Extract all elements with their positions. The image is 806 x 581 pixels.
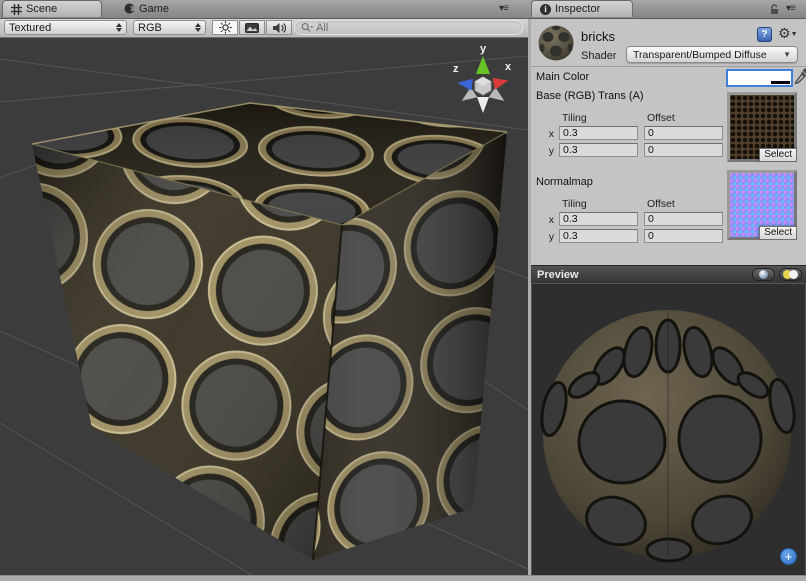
render-mode-dropdown[interactable]: RGB bbox=[133, 20, 206, 35]
preview-area[interactable]: + bbox=[531, 283, 806, 575]
preview-shape-button[interactable] bbox=[752, 268, 775, 281]
tab-game-label: Game bbox=[139, 3, 169, 15]
popup-arrows-icon bbox=[116, 23, 122, 32]
axis-x-label: x bbox=[505, 61, 512, 73]
normalmap-tiling-x-field[interactable] bbox=[559, 212, 638, 226]
help-icon[interactable]: ? bbox=[757, 27, 772, 42]
main-color-swatch[interactable] bbox=[726, 69, 793, 87]
image-icon bbox=[245, 23, 259, 33]
tab-scene[interactable]: Scene bbox=[2, 0, 102, 17]
normalmap-select-button[interactable]: Select bbox=[759, 226, 797, 240]
shader-dropdown[interactable]: Transparent/Bumped Diffuse ▼ bbox=[626, 46, 798, 63]
tab-game[interactable]: Game bbox=[116, 0, 177, 17]
draw-mode-dropdown[interactable]: Textured bbox=[4, 20, 127, 35]
preview-title: Preview bbox=[537, 269, 579, 281]
normalmap-label: Normalmap bbox=[536, 176, 593, 188]
axis-y-cone bbox=[476, 56, 490, 74]
inspector-panel-menu-icon[interactable]: ▾≡ bbox=[786, 2, 795, 15]
scene-cube bbox=[32, 103, 507, 560]
tab-inspector-label: Inspector bbox=[555, 3, 600, 15]
scene-overlay-toggle[interactable] bbox=[239, 20, 265, 35]
preview-sphere bbox=[532, 284, 805, 574]
speaker-icon bbox=[272, 22, 286, 34]
popup-arrows-icon bbox=[195, 23, 201, 32]
shader-label: Shader bbox=[581, 50, 616, 62]
scene-viewport[interactable]: y x z bbox=[0, 38, 528, 575]
base-y-row-label: y bbox=[544, 145, 554, 157]
lock-icon[interactable] bbox=[769, 4, 780, 15]
scene-search-field[interactable] bbox=[294, 20, 523, 35]
base-offset-x-field[interactable] bbox=[644, 126, 723, 140]
shader-value: Transparent/Bumped Diffuse bbox=[633, 49, 767, 61]
axis-z-cone bbox=[456, 77, 472, 91]
game-icon bbox=[124, 3, 135, 14]
sphere-icon bbox=[759, 270, 768, 279]
preview-light-button[interactable] bbox=[779, 268, 802, 281]
chevron-down-icon: ▼ bbox=[783, 50, 791, 59]
base-tiling-y-field[interactable] bbox=[559, 143, 638, 157]
normalmap-tiling-y-field[interactable] bbox=[559, 229, 638, 243]
axis-x-cone bbox=[493, 75, 510, 90]
axis-y-label: y bbox=[480, 43, 487, 55]
material-name: bricks bbox=[581, 29, 615, 44]
tab-strip: Scene Game ▾≡ i Inspector ▾≡ bbox=[0, 0, 806, 19]
alpha-bar bbox=[771, 81, 790, 84]
inspector-panel: bricks Shader Transparent/Bumped Diffuse… bbox=[531, 18, 806, 575]
main-color-label: Main Color bbox=[536, 71, 589, 83]
normalmap-thumbnail[interactable]: Select bbox=[727, 170, 797, 240]
header-divider bbox=[531, 66, 806, 67]
grid-icon bbox=[11, 4, 22, 15]
base-texture-thumbnail[interactable]: Select bbox=[727, 92, 797, 162]
base-tiling-header: Tiling bbox=[562, 112, 587, 124]
draw-mode-value: Textured bbox=[9, 22, 112, 34]
axis-z-label: z bbox=[453, 63, 459, 75]
light-toggle-icon bbox=[783, 270, 798, 279]
normalmap-offset-x-field[interactable] bbox=[644, 212, 723, 226]
panel-divider[interactable] bbox=[528, 18, 531, 575]
tab-scene-label: Scene bbox=[26, 3, 57, 15]
search-input[interactable] bbox=[316, 22, 516, 34]
scene-panel-menu-icon[interactable]: ▾≡ bbox=[499, 2, 508, 15]
add-icon[interactable]: + bbox=[780, 548, 797, 565]
base-offset-y-field[interactable] bbox=[644, 143, 723, 157]
normalmap-offset-y-field[interactable] bbox=[644, 229, 723, 243]
base-offset-header: Offset bbox=[647, 112, 675, 124]
scene-lighting-toggle[interactable] bbox=[212, 20, 238, 35]
tab-inspector[interactable]: i Inspector bbox=[531, 0, 633, 17]
sun-icon bbox=[219, 21, 232, 34]
preview-header[interactable]: Preview bbox=[531, 265, 806, 283]
base-texture-label: Base (RGB) Trans (A) bbox=[536, 90, 644, 102]
normalmap-tiling-header: Tiling bbox=[562, 198, 587, 210]
render-mode-value: RGB bbox=[138, 22, 191, 34]
normalmap-x-row-label: x bbox=[544, 214, 554, 226]
scene-audio-toggle[interactable] bbox=[266, 20, 292, 35]
axis-gizmo[interactable]: y x z bbox=[450, 40, 516, 120]
base-tiling-x-field[interactable] bbox=[559, 126, 638, 140]
normalmap-y-row-label: y bbox=[544, 231, 554, 243]
window-bottom-strip bbox=[0, 575, 806, 581]
scene-toolbar: Textured RGB bbox=[0, 18, 528, 38]
normalmap-offset-header: Offset bbox=[647, 198, 675, 210]
gear-icon[interactable]: ⚙▼ bbox=[778, 25, 798, 42]
info-icon: i bbox=[540, 4, 551, 15]
search-icon bbox=[301, 22, 313, 33]
base-select-button[interactable]: Select bbox=[759, 148, 797, 162]
eyedropper-icon[interactable] bbox=[794, 67, 806, 84]
scene-3d-view bbox=[0, 38, 528, 575]
base-x-row-label: x bbox=[544, 128, 554, 140]
material-preview-icon bbox=[537, 24, 575, 62]
